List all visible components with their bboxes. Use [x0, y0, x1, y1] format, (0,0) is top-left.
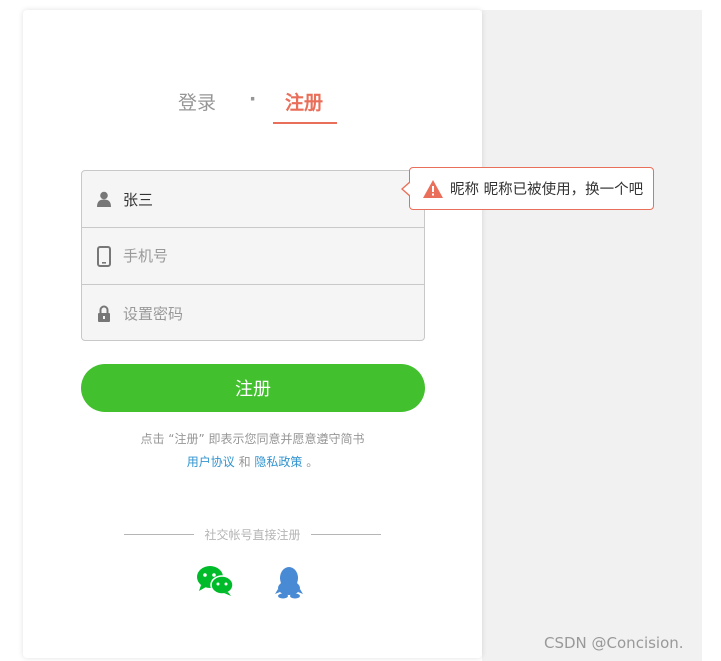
watermark: CSDN @Concision. [544, 634, 684, 652]
tab-login[interactable]: 登录 [178, 88, 216, 115]
tooltip-arrow-fill [403, 182, 411, 196]
register-card: 登录 · 注册 张三 手机号 注册 点击 “注册” 即表示您同意并愿意遵守简书 … [23, 10, 482, 658]
social-title-text: 社交帐号直接注册 [204, 527, 301, 542]
social-icons [196, 565, 316, 599]
divider-right [310, 533, 381, 535]
user-agreement-link[interactable]: 用户协议 [187, 455, 235, 469]
password-field [82, 285, 424, 342]
divider-left [124, 533, 195, 535]
nickname-field [82, 171, 424, 228]
background-panel [482, 10, 702, 661]
agreement-suffix: 。 [306, 455, 319, 469]
register-form [81, 170, 425, 341]
agreement-prefix: 点击 “注册” 即表示您同意并愿意遵守简书 [140, 432, 365, 446]
tab-register[interactable]: 注册 [285, 88, 323, 115]
agreement-and: 和 [238, 455, 251, 469]
qq-icon[interactable] [274, 565, 304, 603]
phone-field [82, 228, 424, 285]
warning-icon [422, 179, 444, 199]
lock-icon [95, 303, 113, 325]
phone-input[interactable] [123, 247, 403, 265]
nickname-input[interactable] [123, 190, 403, 208]
user-icon [95, 188, 113, 210]
wechat-icon[interactable] [196, 565, 234, 601]
social-login-title: 社交帐号直接注册 [23, 524, 482, 544]
agreement-links: 用户协议 和 隐私政策 。 [23, 451, 482, 474]
password-input[interactable] [123, 304, 403, 323]
phone-icon [95, 245, 113, 267]
tab-separator: · [249, 88, 257, 110]
tooltip-field: 昵称 [450, 182, 479, 198]
register-button[interactable]: 注册 [81, 364, 425, 412]
error-tooltip: 昵称 昵称已被使用，换一个吧 [401, 167, 655, 210]
tab-bar: 登录 · 注册 [23, 86, 482, 126]
page: 登录 · 注册 张三 手机号 注册 点击 “注册” 即表示您同意并愿意遵守简书 … [0, 0, 721, 661]
active-tab-underline [273, 122, 337, 124]
tooltip-message: 昵称已被使用，换一个吧 [483, 182, 644, 198]
agreement-text: 点击 “注册” 即表示您同意并愿意遵守简书 用户协议 和 隐私政策 。 [23, 428, 482, 474]
privacy-policy-link[interactable]: 隐私政策 [254, 455, 302, 469]
